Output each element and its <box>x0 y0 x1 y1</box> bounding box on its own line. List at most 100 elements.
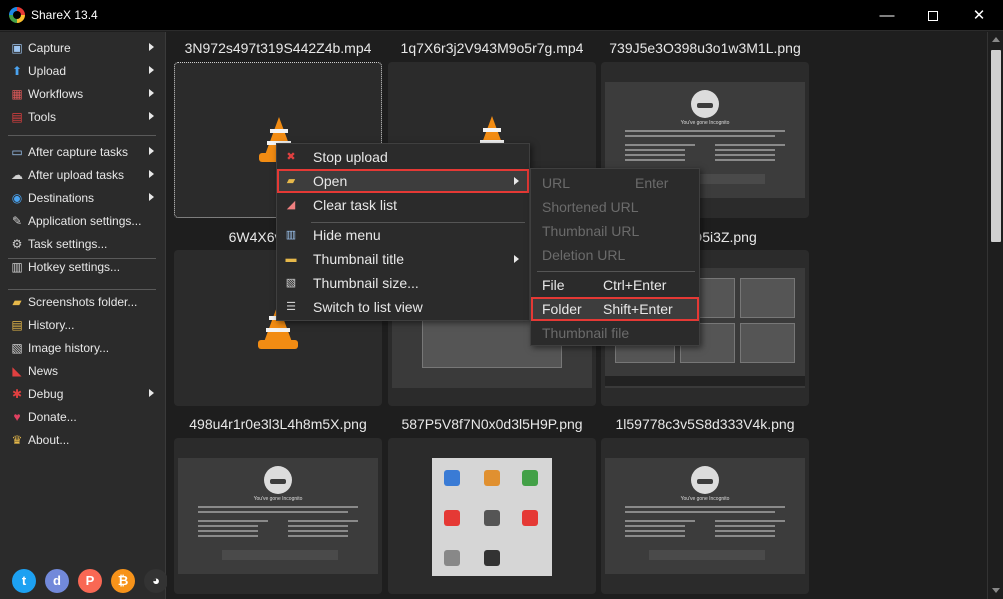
list-view-icon: ☰ <box>286 301 296 313</box>
chevron-right-icon <box>149 112 154 120</box>
text-line <box>625 130 785 132</box>
submenu-shortcut: Ctrl+Enter <box>603 277 667 293</box>
text-line <box>198 530 258 532</box>
text-line <box>715 535 775 537</box>
sidebar-item-label: After upload tasks <box>28 168 125 182</box>
eraser-icon: ◢ <box>286 199 296 211</box>
tile-title: 587P5V8f7N0x0d3l5H9P.png <box>401 416 583 432</box>
scroll-up-icon[interactable] <box>992 37 1000 42</box>
sidebar-item-workflows[interactable]: ▦ Workflows <box>0 83 166 105</box>
task-thumbnail[interactable]: You've gone Incognito <box>601 438 809 594</box>
window-title: ShareX 13.4 <box>31 8 98 22</box>
text-line <box>625 144 695 146</box>
submenu-item-shortened-url[interactable]: Shortened URL <box>531 195 699 219</box>
menu-item-hide-menu[interactable]: ▥ Hide menu <box>277 223 529 247</box>
submenu-item-label: URL <box>542 175 571 191</box>
menu-item-clear-task-list[interactable]: ◢ Clear task list <box>277 193 529 217</box>
text-line <box>625 525 685 527</box>
maximize-icon <box>928 11 938 22</box>
sidebar-item-image-history[interactable]: ▧ Image history... <box>0 337 166 359</box>
scroll-down-icon[interactable] <box>992 588 1000 593</box>
task-thumbnail[interactable]: You've gone Incognito <box>174 438 382 594</box>
window-thumbnail <box>740 323 795 363</box>
text-line <box>625 154 685 156</box>
sidebar-item-destinations[interactable]: ◉ Destinations <box>0 187 166 209</box>
incognito-screenshot: You've gone Incognito <box>605 458 805 574</box>
github-icon[interactable]: ◕ <box>144 569 168 593</box>
submenu-item-thumbnail-file[interactable]: Thumbnail file <box>531 321 699 345</box>
keyboard-icon: ▥ <box>11 260 23 274</box>
sidebar-item-tools[interactable]: ▤ Tools <box>0 106 166 128</box>
menu-item-label: Switch to list view <box>313 299 423 315</box>
submenu-item-thumbnail-url[interactable]: Thumbnail URL <box>531 219 699 243</box>
chevron-right-icon <box>149 170 154 178</box>
incognito-heading: You've gone Incognito <box>253 496 303 502</box>
close-button[interactable]: ✕ <box>956 0 1002 31</box>
sidebar-item-label: Debug <box>28 387 64 401</box>
chevron-right-icon <box>149 89 154 97</box>
app-icon <box>484 470 500 486</box>
submenu-item-folder[interactable]: Folder Shift+Enter <box>531 297 699 321</box>
sidebar-item-label: Image history... <box>28 341 110 355</box>
text-line <box>198 535 258 537</box>
task-context-menu: ✖ Stop upload ▰ Open ◢ Clear task list ▥ Hide m… <box>276 143 530 321</box>
scroll-thumb[interactable] <box>991 50 1001 242</box>
chevron-right-icon <box>149 43 154 51</box>
sidebar-item-news[interactable]: ◣ News <box>0 360 166 382</box>
incognito-hat-icon <box>691 466 719 494</box>
cookie-notice-bar <box>222 550 338 560</box>
sidebar-item-hotkey-settings[interactable]: ▥ Hotkey settings... <box>0 256 166 278</box>
upload-arrow-icon: ⬆ <box>11 64 23 78</box>
cone-stripe <box>483 128 501 132</box>
sidebar-item-screenshots-folder[interactable]: ▰ Screenshots folder... <box>0 291 166 313</box>
sidebar-item-capture[interactable]: ▣ Capture <box>0 37 166 59</box>
chevron-right-icon <box>149 389 154 397</box>
sidebar-item-history[interactable]: ▤ History... <box>0 314 166 336</box>
sidebar-separator <box>8 135 156 136</box>
sidebar: ▣ Capture ⬆ Upload ▦ Workflows ▤ Tools ▭ After ca… <box>0 32 168 599</box>
minimize-button[interactable]: — <box>864 0 910 31</box>
submenu-item-file[interactable]: File Ctrl+Enter <box>531 273 699 297</box>
sidebar-item-after-capture-tasks[interactable]: ▭ After capture tasks <box>0 141 166 163</box>
menu-item-switch-to-list-view[interactable]: ☰ Switch to list view <box>277 295 529 319</box>
submenu-item-deletion-url[interactable]: Deletion URL <box>531 243 699 267</box>
submenu-shortcut: Enter <box>635 175 669 191</box>
sidebar-item-donate[interactable]: ♥ Donate... <box>0 406 166 428</box>
patreon-icon[interactable]: P <box>78 569 102 593</box>
toolbox-icon: ▤ <box>11 110 23 124</box>
sidebar-item-about[interactable]: ♛ About... <box>0 429 166 451</box>
text-line <box>715 520 785 522</box>
menu-item-open[interactable]: ▰ Open <box>277 169 529 193</box>
sidebar-item-label: After capture tasks <box>28 145 129 159</box>
app-icon <box>484 550 500 566</box>
menu-item-thumbnail-title[interactable]: ▬ Thumbnail title <box>277 247 529 271</box>
text-line <box>715 149 775 151</box>
sidebar-item-label: Application settings... <box>28 214 142 228</box>
vertical-scrollbar[interactable] <box>987 32 1003 599</box>
text-line <box>198 520 268 522</box>
sidebar-item-label: Task settings... <box>28 237 108 251</box>
tile-title: 498u4r1r0e3l3L4h8m5X.png <box>189 416 367 432</box>
sidebar-item-label: Donate... <box>28 410 77 424</box>
sidebar-item-label: Tools <box>28 110 57 124</box>
sidebar-item-after-upload-tasks[interactable]: ☁ After upload tasks <box>0 164 166 186</box>
title-bar: ShareX 13.4 — ✕ <box>0 0 1003 31</box>
sidebar-item-label: Destinations <box>28 191 95 205</box>
menu-item-thumbnail-size[interactable]: ▧ Thumbnail size... <box>277 271 529 295</box>
sidebar-item-task-settings[interactable]: ⚙ Task settings... <box>0 233 166 255</box>
bitcoin-icon[interactable]: ₿ <box>111 569 135 593</box>
discord-icon[interactable]: d <box>45 569 69 593</box>
submenu-shortcut: Shift+Enter <box>603 301 673 317</box>
sidebar-item-debug[interactable]: ✱ Debug <box>0 383 166 405</box>
incognito-heading: You've gone Incognito <box>680 120 730 126</box>
text-line <box>625 506 785 508</box>
submenu-item-url[interactable]: URL Enter <box>531 171 699 195</box>
maximize-button[interactable] <box>910 0 956 31</box>
text-line <box>625 520 695 522</box>
text-line <box>288 535 348 537</box>
sidebar-item-application-settings[interactable]: ✎ Application settings... <box>0 210 166 232</box>
task-thumbnail[interactable] <box>388 438 596 594</box>
twitter-icon[interactable]: t <box>12 569 36 593</box>
menu-item-stop-upload[interactable]: ✖ Stop upload <box>277 145 529 169</box>
sidebar-item-upload[interactable]: ⬆ Upload <box>0 60 166 82</box>
